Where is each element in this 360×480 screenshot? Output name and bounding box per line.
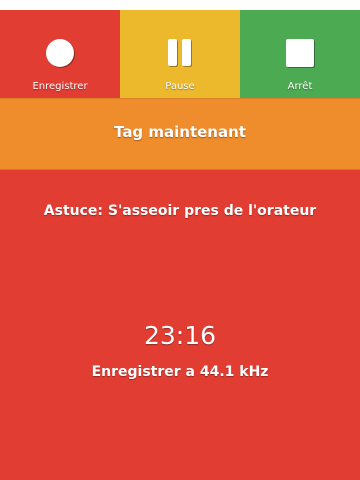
stop-button[interactable]: Arrêt — [240, 10, 360, 98]
tip-text: Astuce: S'asseoir pres de l'orateur — [43, 203, 317, 219]
record-label: Enregistrer — [32, 81, 88, 92]
sample-rate-text: Enregistrer a 44.1 kHz — [91, 364, 269, 380]
stop-label: Arrêt — [287, 81, 313, 92]
record-button[interactable]: Enregistrer — [0, 10, 120, 98]
stop-square-icon — [286, 39, 315, 68]
pause-label: Pause — [165, 81, 195, 92]
record-circle-icon — [46, 39, 75, 68]
pause-button[interactable]: Pause — [120, 10, 240, 98]
tag-now-label: Tag maintenant — [114, 123, 246, 141]
transport-toolbar: Enregistrer Pause Arrêt — [0, 10, 360, 98]
pause-icon — [168, 39, 192, 67]
recorder-screen: Enregistrer Pause Arrêt Tag maintenant A… — [0, 10, 360, 480]
elapsed-timer: 23:16 — [143, 321, 217, 350]
tag-now-button[interactable]: Tag maintenant — [0, 98, 360, 170]
